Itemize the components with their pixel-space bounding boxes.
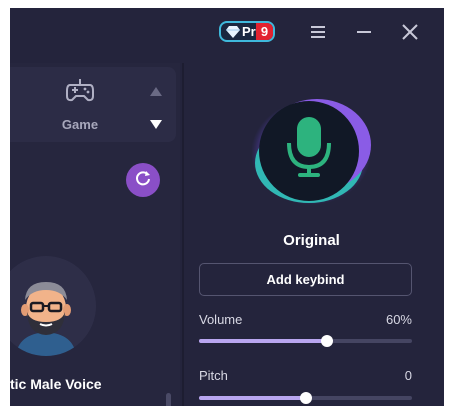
diamond-icon bbox=[226, 25, 240, 38]
list-scrollbar[interactable] bbox=[166, 393, 171, 406]
pitch-fill bbox=[199, 396, 306, 400]
refresh-button[interactable] bbox=[126, 163, 160, 197]
scroll-up-icon[interactable] bbox=[150, 84, 162, 102]
scroll-down-icon[interactable] bbox=[150, 117, 162, 135]
gamepad-icon[interactable] bbox=[64, 77, 96, 105]
minimize-icon[interactable] bbox=[354, 22, 374, 42]
pitch-thumb[interactable] bbox=[299, 392, 312, 404]
add-keybind-button[interactable]: Add keybind bbox=[199, 263, 412, 296]
volume-label: Volume bbox=[199, 312, 243, 327]
pitch-label: Pitch bbox=[199, 368, 228, 383]
voice-item-name[interactable]: tic Male Voice bbox=[10, 376, 102, 392]
category-strip: Game bbox=[10, 67, 176, 142]
title-bar: Pro 9 bbox=[10, 8, 444, 56]
menu-icon[interactable] bbox=[308, 22, 328, 42]
volume-value: 60% bbox=[385, 312, 412, 327]
pro-count-badge: 9 bbox=[256, 23, 273, 40]
category-label[interactable]: Game bbox=[50, 117, 110, 132]
volume-slider[interactable] bbox=[199, 335, 412, 347]
volume-fill bbox=[199, 339, 327, 343]
refresh-icon bbox=[134, 169, 152, 192]
pro-badge[interactable]: Pro 9 bbox=[219, 21, 275, 42]
panel-divider bbox=[182, 63, 184, 406]
close-icon[interactable] bbox=[400, 22, 420, 42]
volume-thumb[interactable] bbox=[320, 335, 333, 347]
voice-avatar[interactable] bbox=[10, 256, 96, 356]
app-window: Pro 9 Game tic Male Voice Original Add k… bbox=[10, 8, 444, 406]
voice-list-panel: Game tic Male Voice bbox=[10, 63, 180, 406]
current-voice-name: Original bbox=[283, 232, 340, 249]
pitch-value: 0 bbox=[404, 368, 412, 383]
mic-button[interactable] bbox=[247, 95, 379, 207]
pitch-slider[interactable] bbox=[199, 392, 412, 404]
